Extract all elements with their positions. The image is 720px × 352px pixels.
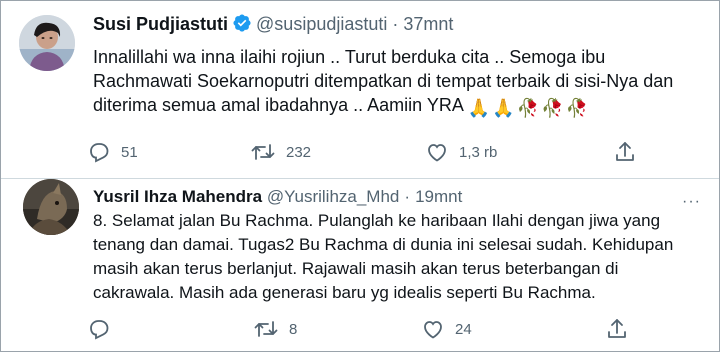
like-button[interactable]: 24 <box>421 315 472 343</box>
timestamp[interactable]: 19mnt <box>415 187 462 206</box>
timestamp[interactable]: 37mnt <box>403 14 453 34</box>
tweet-text: Innalillahi wa inna ilaihi rojiun .. Tur… <box>93 45 713 120</box>
avatar[interactable] <box>23 179 79 235</box>
separator-dot: · <box>392 14 399 34</box>
verified-badge-icon <box>232 13 252 38</box>
author-name[interactable]: Yusril Ihza Mahendra <box>93 187 262 206</box>
tweet-yusril[interactable]: Yusril Ihza Mahendra @Yusrilihza_Mhd · 19m… <box>1 179 719 351</box>
retweet-count: 8 <box>289 320 298 338</box>
heart-icon <box>424 321 442 339</box>
share-button[interactable] <box>613 138 637 166</box>
tweet-thread-panel: Susi Pudjiastuti @susipudjiastuti · 37mnt I… <box>0 0 720 352</box>
tweet-actions: 8 24 <box>87 315 647 343</box>
retweet-button[interactable]: 8 <box>253 315 297 343</box>
avatar[interactable] <box>19 15 75 71</box>
tweet-header: Yusril Ihza Mahendra @Yusrilihza_Mhd · 19m… <box>93 187 462 207</box>
wilted-flower-emoji-icon: 🥀 <box>565 98 588 118</box>
folded-hands-emoji-icon: 🙏 <box>492 98 515 118</box>
tweet-header: Susi Pudjiastuti @susipudjiastuti · 37mnt <box>93 13 453 38</box>
share-button[interactable] <box>605 315 629 343</box>
emoji-row: 🙏 🙏 🥀 🥀 🥀 <box>468 96 590 120</box>
retweet-icon <box>254 321 278 337</box>
reply-button[interactable] <box>87 315 121 343</box>
heart-icon <box>428 144 446 162</box>
reply-button[interactable]: 51 <box>87 138 138 166</box>
wilted-flower-emoji-icon: 🥀 <box>541 98 564 118</box>
reply-count: 51 <box>121 143 138 161</box>
avatar-photo-icon <box>23 179 79 235</box>
avatar-photo-icon <box>19 15 75 71</box>
tweet-actions: 51 232 1,3 rb <box>87 138 647 166</box>
folded-hands-emoji-icon: 🙏 <box>467 98 491 118</box>
retweet-count: 232 <box>286 143 312 161</box>
share-icon <box>608 319 626 338</box>
retweet-icon <box>251 144 275 160</box>
reply-icon <box>90 320 109 340</box>
author-handle[interactable]: @susipudjiastuti <box>256 14 387 34</box>
like-button[interactable]: 1,3 rb <box>425 138 497 166</box>
separator-dot: · <box>404 187 411 206</box>
tweet-susi[interactable]: Susi Pudjiastuti @susipudjiastuti · 37mnt I… <box>1 1 719 179</box>
share-icon <box>616 142 634 161</box>
like-count: 1,3 rb <box>459 143 498 161</box>
author-name[interactable]: Susi Pudjiastuti <box>93 14 228 34</box>
tweet-text: 8. Selamat jalan Bu Rachma. Pulanglah ke… <box>93 211 674 302</box>
wilted-flower-emoji-icon: 🥀 <box>516 98 540 118</box>
reply-icon <box>90 143 109 163</box>
author-handle[interactable]: @Yusrilihza_Mhd <box>267 187 400 206</box>
like-count: 24 <box>455 320 472 338</box>
retweet-button[interactable]: 232 <box>250 138 311 166</box>
